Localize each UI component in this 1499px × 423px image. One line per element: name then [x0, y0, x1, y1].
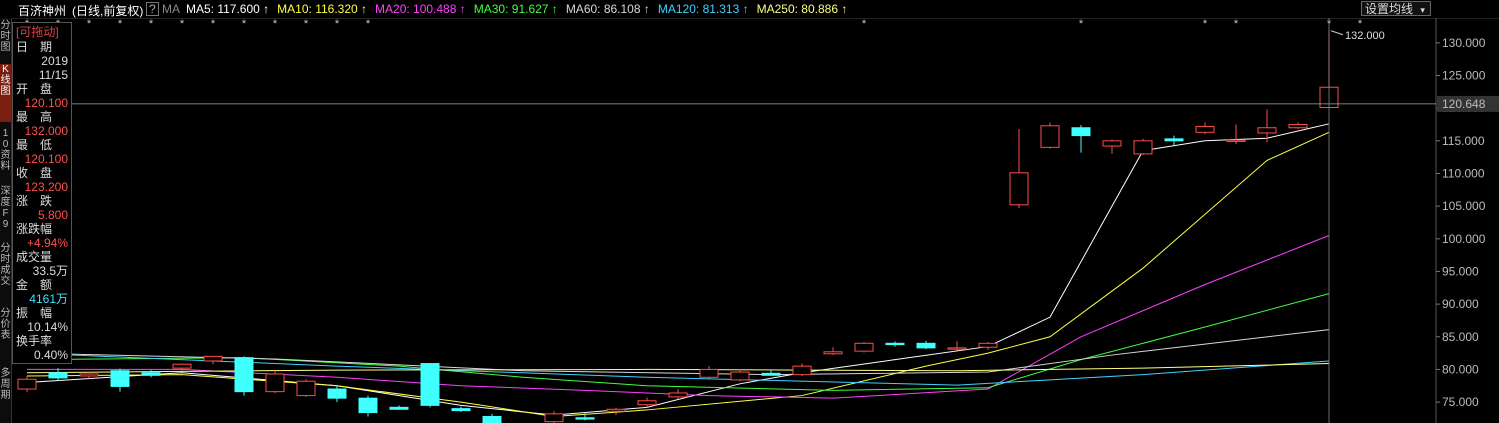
y-tick-label: 105.000 [1442, 199, 1486, 213]
candle-body [172, 363, 192, 369]
info-label: 最 低 [16, 138, 53, 152]
info-value: 132.000 [24, 124, 68, 138]
info-label: 成交量 [16, 250, 53, 264]
info-label: 日 期 [16, 40, 53, 54]
candle-body [1195, 125, 1215, 133]
y-tick-label: 125.000 [1442, 68, 1486, 82]
candle-body [1164, 138, 1184, 142]
info-value: 11/15 [38, 68, 68, 82]
ma-line-ma250 [26, 363, 1330, 374]
y-tick-label: 80.000 [1442, 362, 1479, 376]
info-panel[interactable]: [可拖动] 日 期 2019 11/15 开 盘 120.100 最 高 132.000 最 … [12, 22, 72, 364]
candle-body [358, 397, 378, 414]
event-marker: * [242, 18, 247, 30]
candle-body [265, 373, 285, 393]
info-value: 5.800 [37, 208, 68, 222]
event-marker: * [1079, 18, 1084, 30]
info-value: 2019 [41, 54, 68, 68]
candle-body [699, 368, 719, 378]
candle-body [761, 372, 781, 376]
candle-body [792, 365, 812, 376]
candle-body [79, 373, 99, 377]
candle-body [1040, 125, 1060, 148]
info-value: 4161万 [29, 292, 68, 306]
y-tick-label: 130.000 [1442, 36, 1486, 50]
candle-body [947, 347, 967, 350]
info-label: 金 额 [16, 278, 53, 292]
info-value: 120.100 [24, 152, 68, 166]
candle-body [451, 408, 471, 412]
info-value: 0.40% [33, 348, 68, 362]
high-annotation-pointer [1330, 30, 1344, 36]
candle-body [668, 392, 688, 398]
candle-body [1226, 139, 1246, 142]
candle-body [1009, 172, 1029, 206]
info-label: 换手率 [16, 334, 53, 348]
kline-chart[interactable]: 75.000 80.000 85.000 90.000 95.000 100.000 105… [0, 0, 1499, 423]
y-tick-label: 75.000 [1442, 395, 1479, 409]
info-label: 振 幅 [16, 306, 53, 320]
candle-body [203, 355, 223, 362]
candle-body [1102, 140, 1122, 147]
candle-body [916, 342, 936, 349]
info-value: +4.94% [26, 236, 68, 250]
info-value: 10.14% [27, 320, 68, 334]
candle-body [1133, 140, 1153, 155]
event-marker: * [180, 18, 185, 30]
event-marker: * [335, 18, 340, 30]
candle-body [730, 371, 750, 381]
drag-hint[interactable]: [可拖动] [16, 25, 68, 39]
info-label: 涨跌幅 [16, 222, 53, 236]
event-marker: * [1203, 18, 1208, 30]
candle-body [544, 413, 564, 423]
info-label: 收 盘 [16, 166, 53, 180]
y-tick-label: 100.000 [1442, 232, 1486, 246]
y-tick-label: 85.000 [1442, 330, 1479, 344]
event-marker: * [273, 18, 278, 30]
candle-body [606, 408, 626, 412]
y-tick-label: 115.000 [1442, 134, 1485, 148]
candle-body [1288, 123, 1308, 129]
candle-body [854, 342, 874, 352]
candle-body [17, 378, 37, 390]
event-marker: * [211, 18, 216, 30]
candle-body [482, 415, 502, 423]
info-value: 123.200 [24, 180, 68, 194]
candle-body [637, 400, 657, 406]
candle-body [141, 372, 161, 376]
candle-body [296, 380, 316, 397]
y-tick-label: 110.000 [1442, 166, 1485, 180]
info-label: 涨 跌 [16, 194, 53, 208]
event-marker: * [1358, 18, 1363, 30]
candle-body [110, 370, 130, 387]
y-tick-label: 95.000 [1442, 264, 1479, 278]
candle-body [48, 372, 68, 379]
ma-line-ma10 [26, 131, 1330, 417]
info-value: 33.5万 [32, 264, 68, 278]
y-tick-label: 90.000 [1442, 297, 1479, 311]
candle-body [823, 351, 843, 355]
candle-body [885, 342, 905, 346]
event-marker: * [1234, 18, 1239, 30]
candle-body [1257, 127, 1277, 134]
info-label: 开 盘 [16, 82, 53, 96]
candle-body [234, 357, 254, 393]
candle-body [575, 417, 595, 420]
candle-body [327, 388, 347, 399]
current-price-label: 120.648 [1442, 97, 1486, 111]
ma-line-ma20 [27, 235, 1330, 399]
candle-body [1071, 127, 1091, 137]
event-marker: * [304, 18, 309, 30]
event-marker: * [862, 18, 867, 30]
event-marker: * [118, 18, 123, 30]
info-label: 最 高 [16, 110, 53, 124]
candle-body [420, 363, 440, 406]
candle-body [389, 406, 409, 410]
high-annotation: 132.000 [1345, 30, 1385, 42]
event-marker: * [149, 18, 154, 30]
event-marker: * [87, 18, 92, 30]
candle-body [978, 342, 998, 348]
info-value: 120.100 [24, 96, 68, 110]
event-marker: * [366, 18, 371, 30]
